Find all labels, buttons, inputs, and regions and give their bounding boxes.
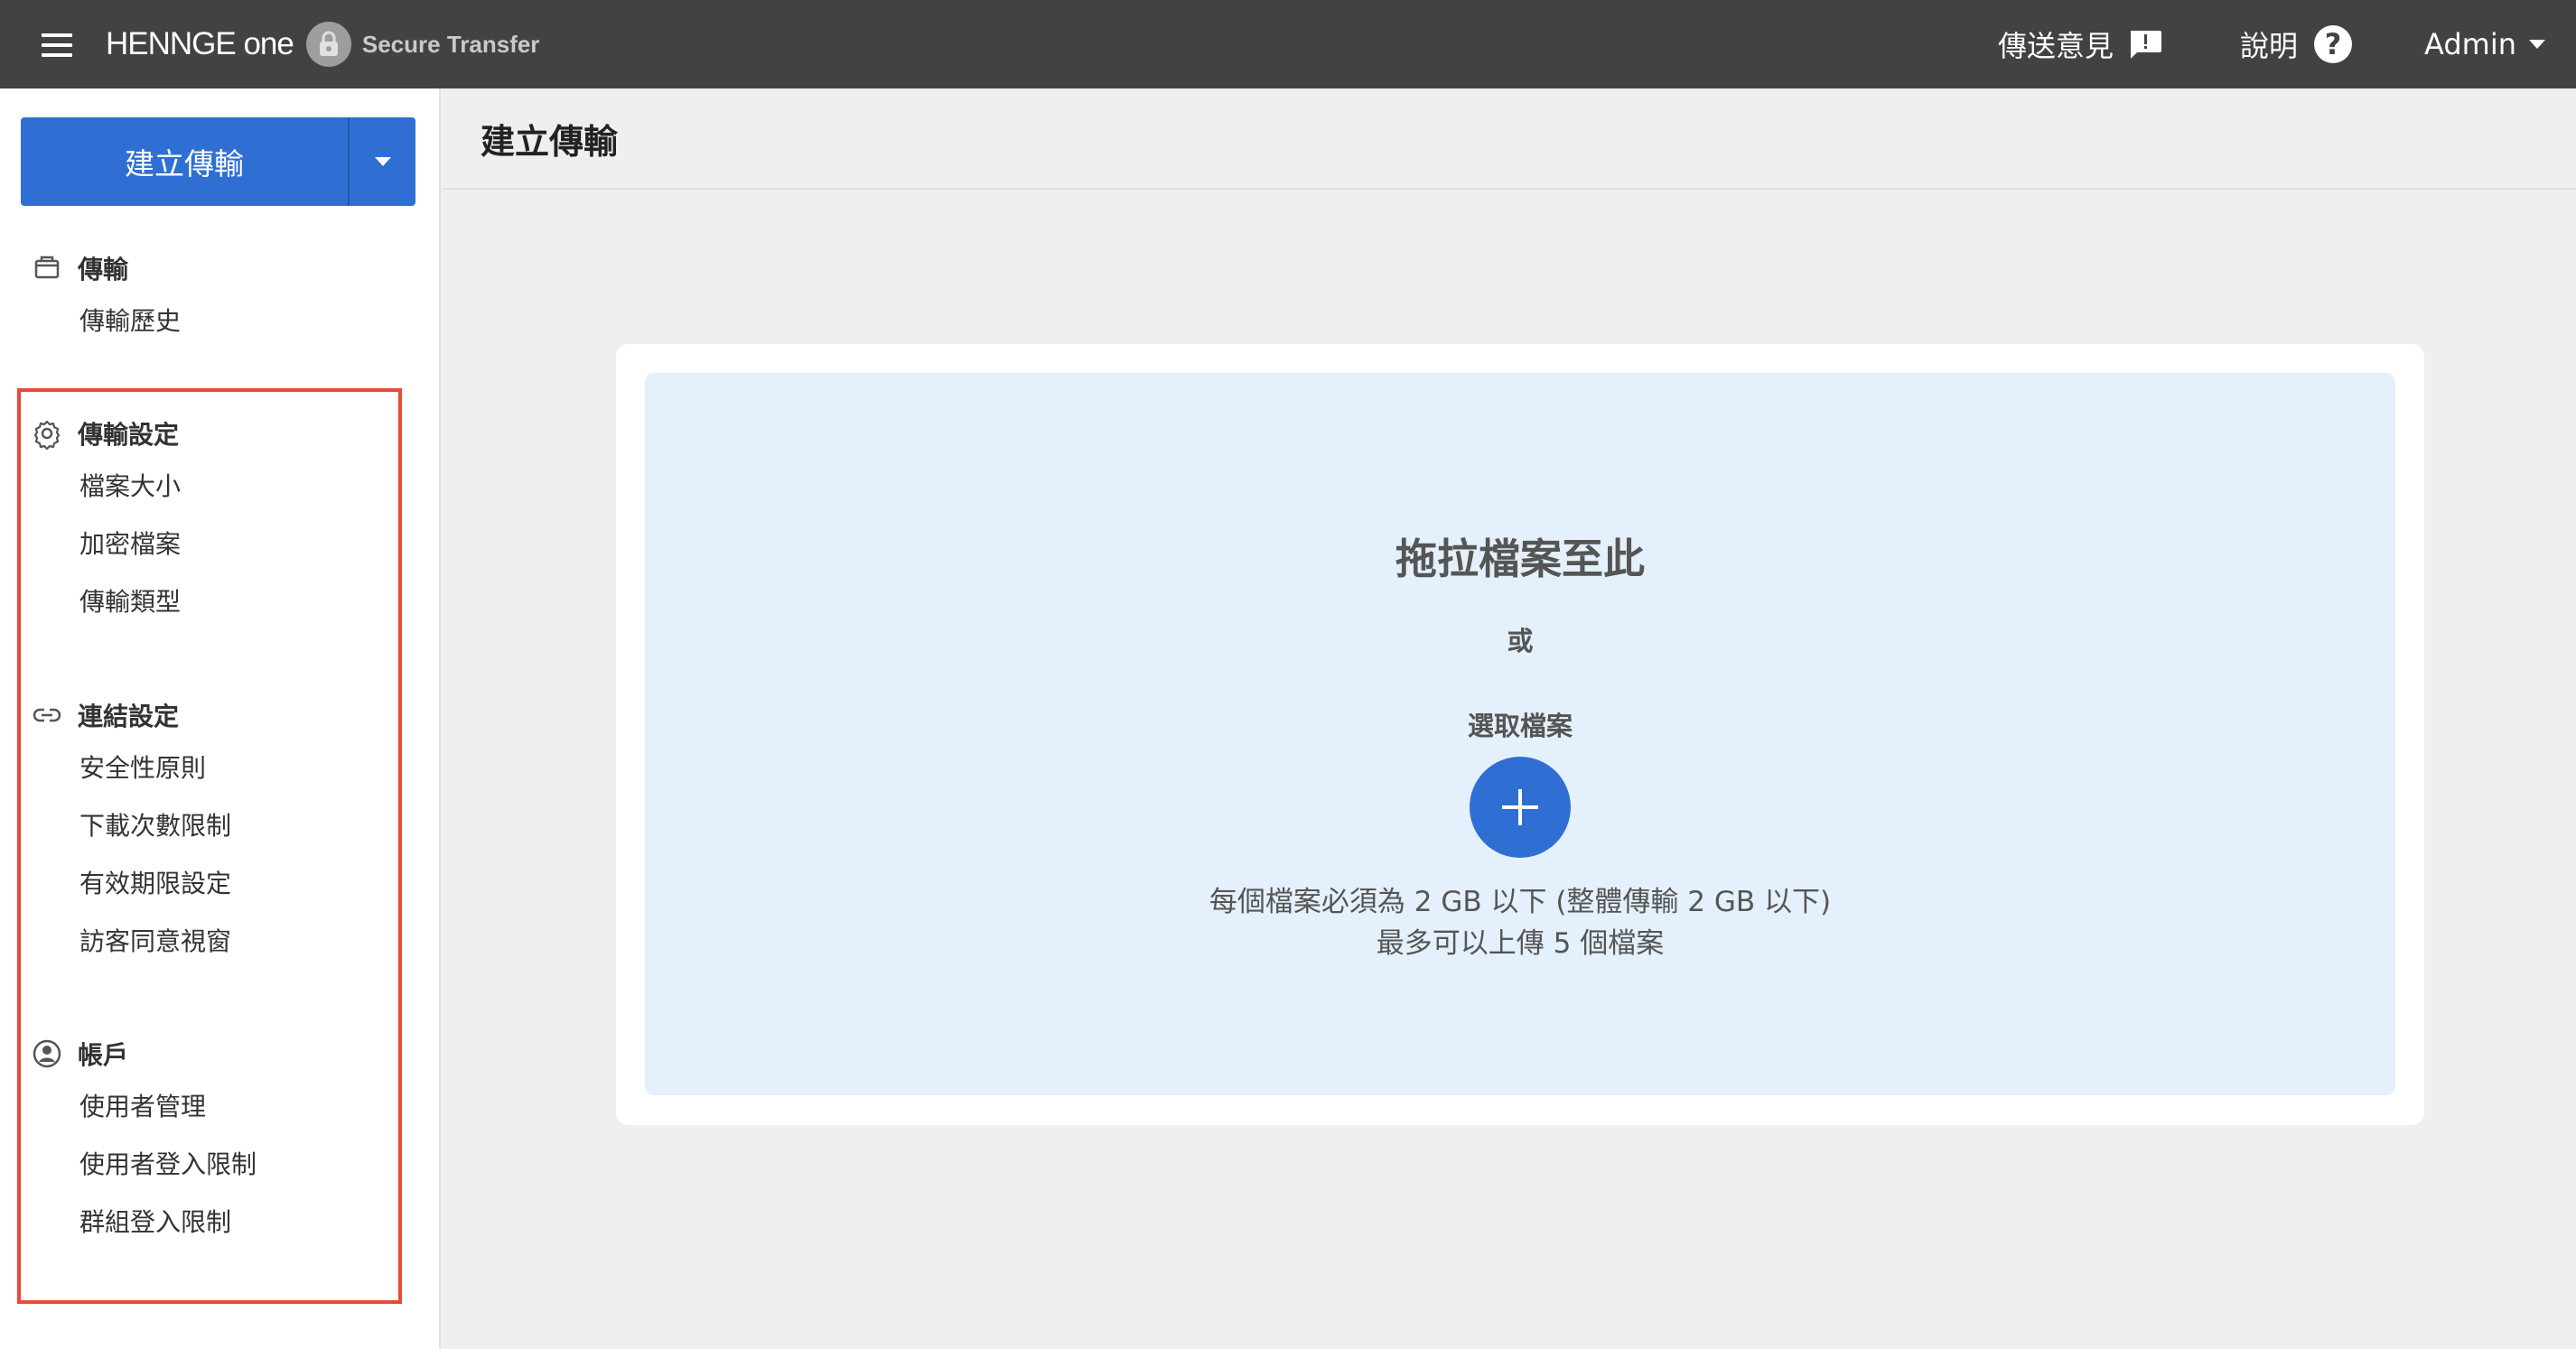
create-transfer-split-button: 建立傳輸 — [21, 117, 415, 206]
page-title: 建立傳輸 — [481, 121, 619, 162]
caret-down-icon — [374, 157, 391, 166]
dropzone-title: 拖拉檔案至此 — [1395, 535, 1645, 583]
nav-section-title: 傳輸 — [78, 255, 129, 284]
file-count-note: 最多可以上傳 5 個檔案 — [1376, 927, 1665, 960]
plus-icon — [1502, 789, 1538, 825]
select-files-link[interactable]: 選取檔案 — [645, 705, 2395, 743]
feedback-label: 傳送意見 — [1998, 29, 2114, 63]
file-dropzone[interactable]: 拖拉檔案至此 或 選取檔案 每個檔案必須為 2 GB 以下 (整體傳輸 2 GB… — [645, 373, 2395, 1095]
user-label: Admin — [2424, 27, 2516, 61]
nav-section-transfer: 傳輸 傳輸歷史 — [0, 246, 441, 349]
dropzone-or-label: 或 — [1507, 626, 1534, 656]
feedback-button[interactable]: 傳送意見 — [1998, 0, 2162, 88]
box-icon — [34, 256, 60, 279]
product-name: Secure Transfer — [361, 30, 540, 58]
hamburger-menu-icon[interactable] — [42, 33, 72, 57]
file-size-note: 每個檔案必須為 2 GB 以下 (整體傳輸 2 GB 以下) — [1209, 886, 1832, 918]
feedback-icon — [2131, 31, 2162, 59]
top-bar: HENNGE one Secure Transfer 傳送意見 說明 ? Adm… — [0, 0, 2576, 88]
main-header: 建立傳輸 — [443, 88, 2576, 190]
brand[interactable]: HENNGE one Secure Transfer — [106, 22, 540, 67]
sidebar-item-transfer-history[interactable]: 傳輸歷史 — [0, 291, 441, 349]
add-files-button[interactable] — [1470, 757, 1571, 858]
create-transfer-dropdown-button[interactable] — [350, 117, 415, 206]
sidebar: 建立傳輸 傳輸 傳輸歷史 傳輸設定 檔案大小 加密檔案 傳輸類型 連結設定 安全… — [0, 88, 441, 1349]
brand-name: HENNGE one — [106, 26, 294, 61]
upload-card: 拖拉檔案至此 或 選取檔案 每個檔案必須為 2 GB 以下 (整體傳輸 2 GB… — [616, 344, 2424, 1125]
help-button[interactable]: 說明 ? — [2240, 0, 2353, 88]
user-menu[interactable]: Admin — [2424, 0, 2545, 88]
help-icon: ? — [2314, 25, 2353, 63]
chevron-down-icon — [2528, 40, 2545, 49]
secure-transfer-logo-icon — [305, 22, 351, 67]
nav-section-header: 傳輸 — [0, 246, 441, 291]
create-transfer-button[interactable]: 建立傳輸 — [21, 117, 350, 206]
highlight-annotation-box — [17, 388, 402, 1304]
help-label: 說明 — [2240, 29, 2299, 63]
